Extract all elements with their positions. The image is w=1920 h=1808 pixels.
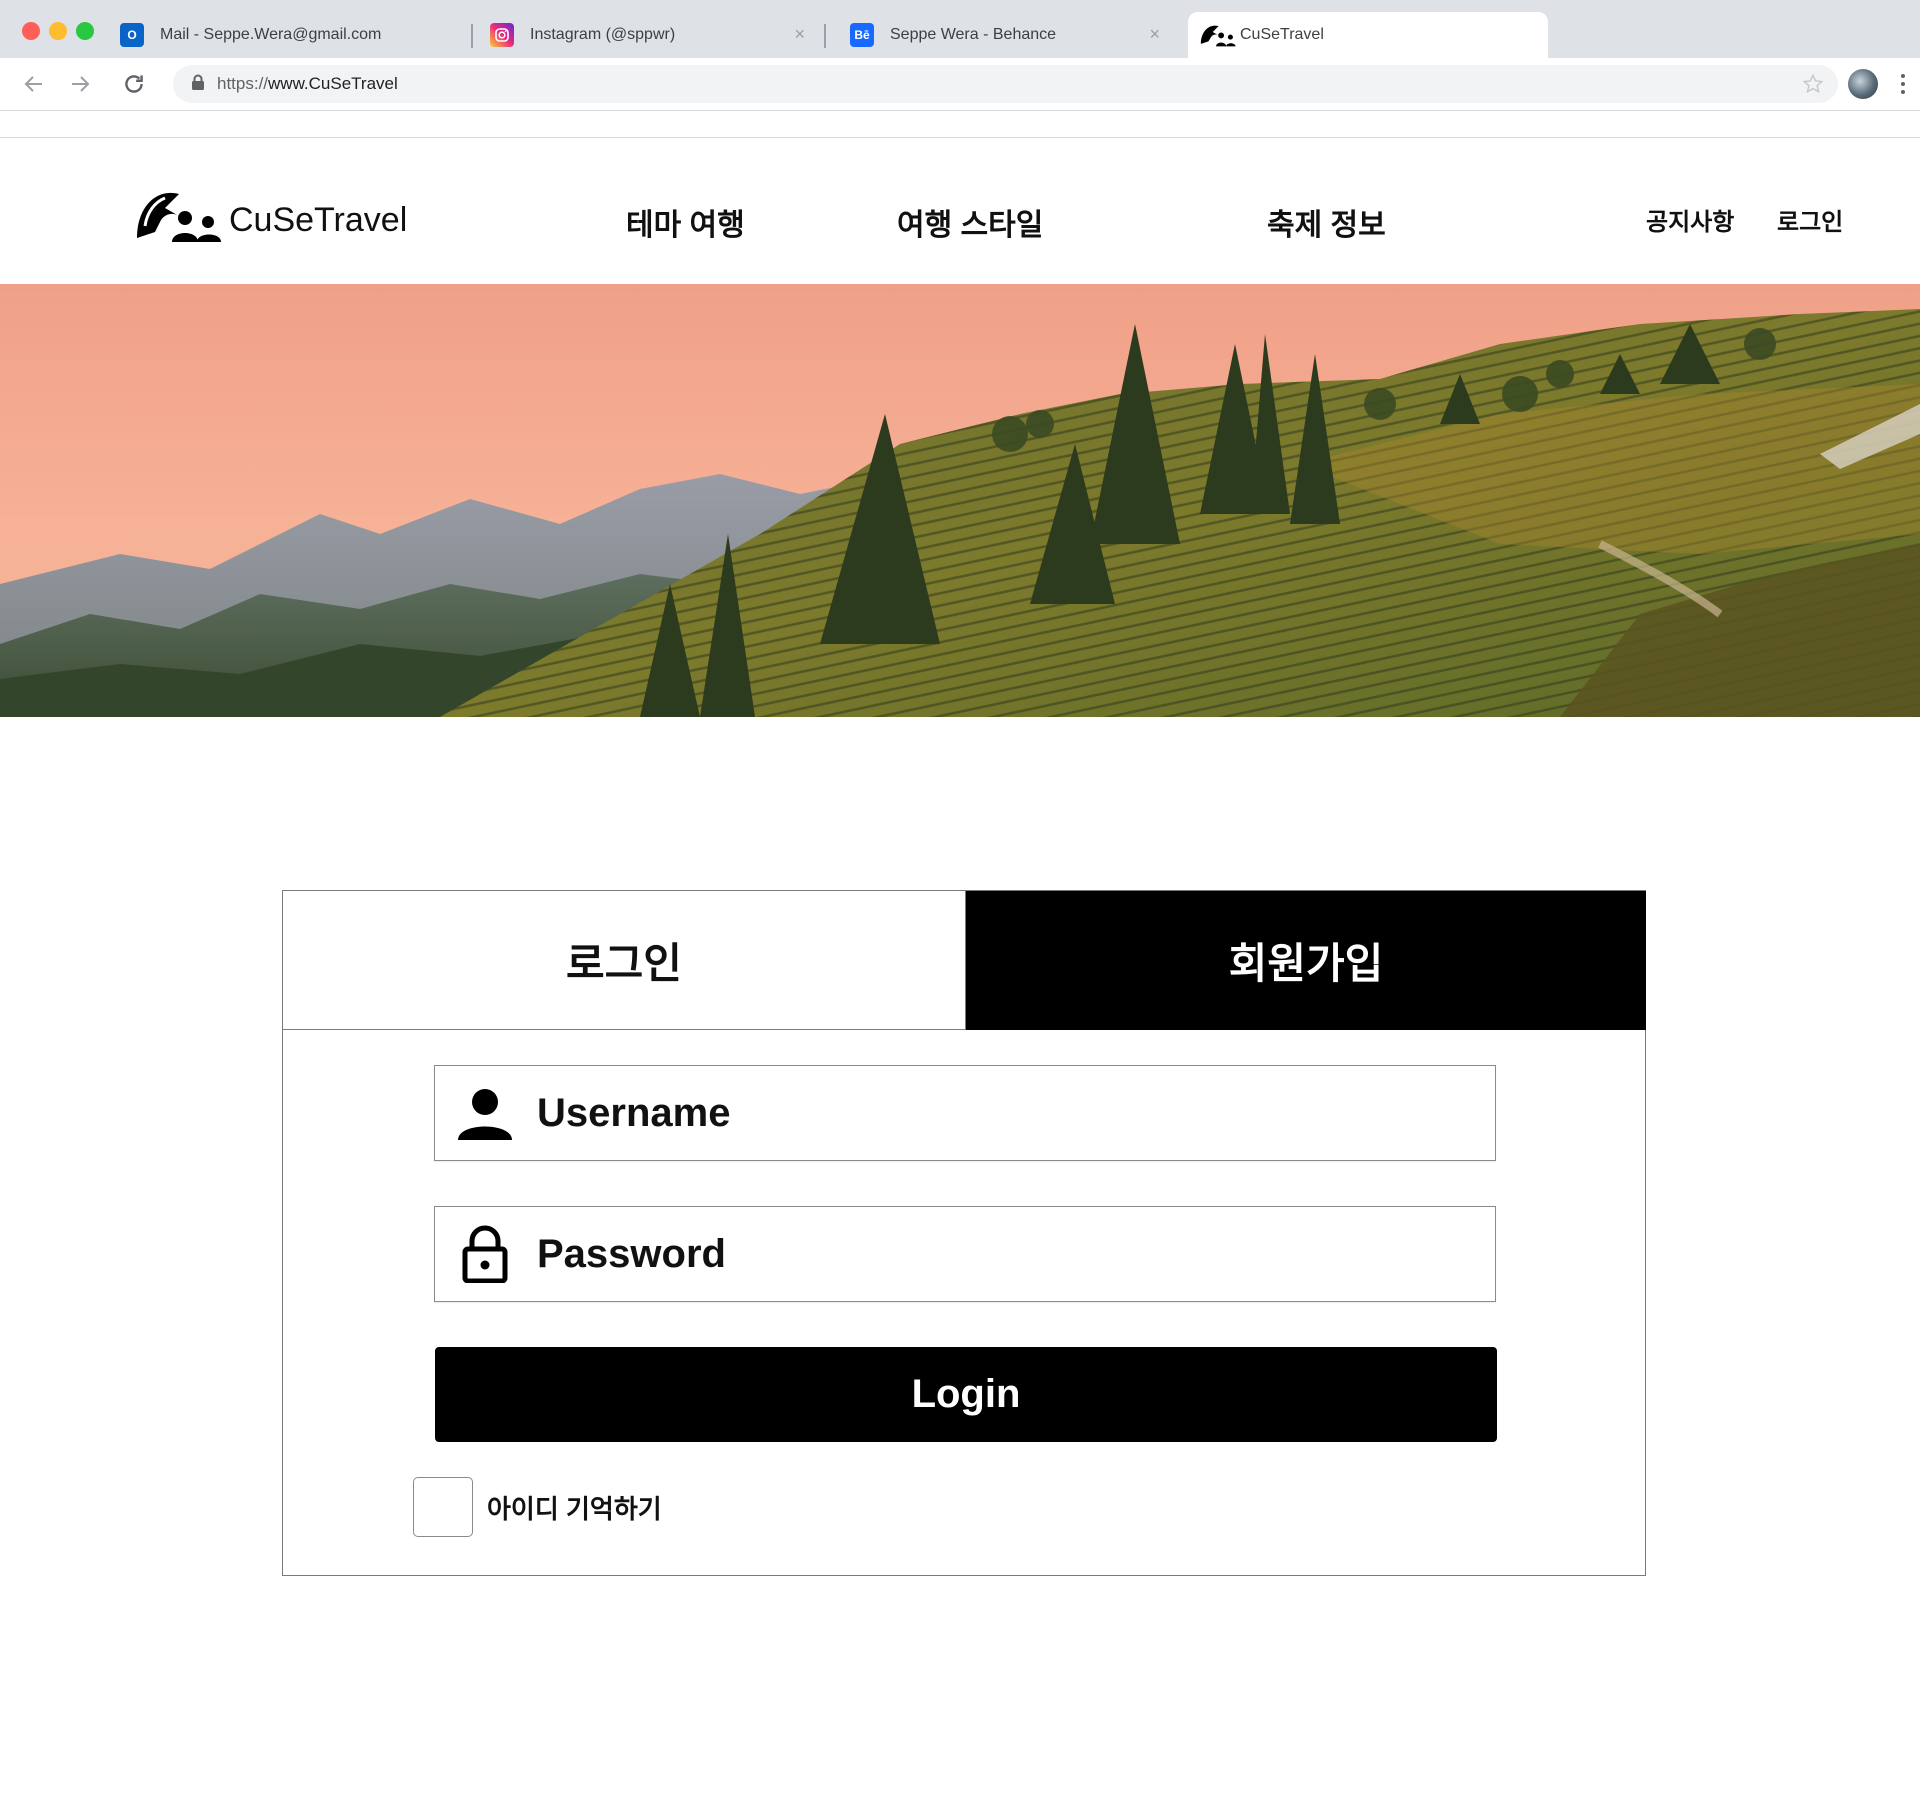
browser-tab-cusetravel[interactable]: CuSeTravel	[1188, 12, 1548, 58]
tab-title: Instagram (@sppwr)	[530, 26, 676, 43]
browser-tab-behance[interactable]: Bē Seppe Wera - Behance ×	[850, 12, 1160, 58]
tab-login[interactable]: 로그인	[283, 891, 966, 1030]
browser-tab-mail[interactable]: O Mail - Seppe.Wera@gmail.com	[120, 12, 465, 58]
logo-text: CuSeTravel	[229, 201, 408, 239]
profile-avatar[interactable]	[1848, 69, 1878, 99]
browser-tab-instagram[interactable]: Instagram (@sppwr) ×	[490, 12, 805, 58]
close-tab-icon[interactable]: ×	[1149, 24, 1160, 45]
url-host: www.CuSeTravel	[268, 74, 398, 93]
address-bar[interactable]: https://www.CuSeTravel	[173, 65, 1838, 103]
username-input[interactable]	[537, 1090, 1437, 1136]
bookmarks-bar	[0, 110, 1920, 138]
reload-icon[interactable]	[118, 68, 150, 100]
nav-notice[interactable]: 공지사항	[1646, 202, 1734, 237]
nav-login[interactable]: 로그인	[1777, 202, 1843, 237]
outlook-icon: O	[120, 23, 144, 47]
login-button[interactable]: Login	[435, 1347, 1497, 1442]
tab-divider	[471, 24, 473, 48]
lock-icon	[191, 74, 205, 95]
instagram-icon	[490, 23, 514, 47]
lock-icon	[451, 1220, 519, 1288]
cusetravel-logo-icon	[135, 186, 225, 244]
minimize-window-button[interactable]	[49, 22, 67, 40]
nav-festival-info[interactable]: 축제 정보	[1267, 200, 1386, 244]
behance-icon: Bē	[850, 23, 874, 47]
remember-id-checkbox[interactable]	[413, 1477, 473, 1537]
maximize-window-button[interactable]	[76, 22, 94, 40]
user-icon	[451, 1079, 519, 1147]
bookmark-star-icon[interactable]	[1802, 73, 1824, 100]
remember-id-label: 아이디 기억하기	[487, 1493, 662, 1524]
more-menu-icon[interactable]	[1896, 72, 1910, 96]
cusetravel-logo-icon	[1200, 22, 1238, 48]
username-field[interactable]	[434, 1065, 1496, 1161]
back-arrow-icon[interactable]	[18, 68, 50, 100]
tab-divider	[824, 24, 826, 48]
tab-title: Seppe Wera - Behance	[890, 26, 1057, 43]
site-logo[interactable]: CuSeTravel	[135, 186, 407, 244]
forward-arrow-icon[interactable]	[64, 68, 96, 100]
close-tab-icon[interactable]: ×	[794, 24, 805, 45]
remember-id-option[interactable]: 아이디 기억하기	[413, 1477, 662, 1537]
nav-travel-style[interactable]: 여행 스타일	[897, 200, 1043, 244]
tab-signup[interactable]: 회원가입	[966, 891, 1646, 1030]
site-header: CuSeTravel 테마 여행 여행 스타일 축제 정보 공지사항 로그인	[0, 138, 1920, 284]
nav-theme-travel[interactable]: 테마 여행	[626, 200, 745, 244]
tab-title: CuSeTravel	[1240, 26, 1324, 43]
auth-panel: 로그인 회원가입 Login 아이디 기억하기	[282, 890, 1646, 1576]
tab-title: Mail - Seppe.Wera@gmail.com	[160, 26, 382, 43]
browser-tab-strip: O Mail - Seppe.Wera@gmail.com Instagram …	[0, 0, 1920, 58]
hero-banner-image	[0, 284, 1920, 717]
close-window-button[interactable]	[22, 22, 40, 40]
password-field[interactable]	[434, 1206, 1496, 1302]
browser-toolbar: https://www.CuSeTravel	[0, 58, 1920, 110]
password-input[interactable]	[537, 1231, 1437, 1277]
url-scheme: https://	[217, 74, 269, 93]
